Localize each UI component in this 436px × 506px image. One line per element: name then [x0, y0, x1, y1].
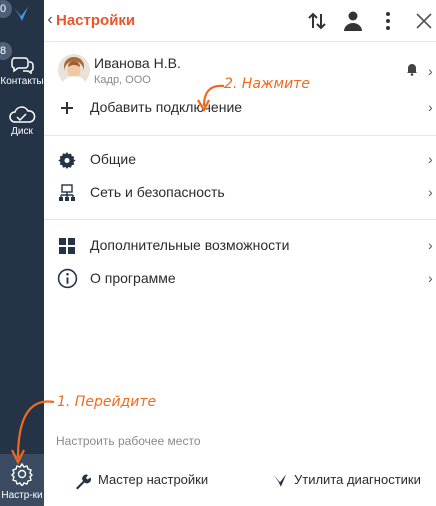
divider: [44, 135, 436, 136]
chat-icon: [11, 57, 34, 74]
rail-home[interactable]: 0: [0, 0, 44, 24]
divider: [44, 219, 436, 220]
general-row[interactable]: Общие ›: [44, 143, 436, 177]
cloud-icon: [9, 106, 36, 123]
sort-arrows-icon[interactable]: [305, 9, 329, 33]
network-security-row[interactable]: Сеть и безопасность ›: [44, 176, 436, 210]
rail-contacts-label: Контакты: [0, 76, 44, 87]
annotation-step-1: 1. Перейдите: [57, 394, 157, 410]
chevron-right-icon: ›: [428, 151, 433, 167]
about-row[interactable]: О программе ›: [44, 262, 436, 296]
setup-wizard-button[interactable]: Мастер настройки: [74, 470, 224, 492]
saby-logo-icon: [273, 474, 287, 487]
user-icon[interactable]: [341, 9, 365, 33]
back-chevron-icon[interactable]: ‹: [44, 11, 56, 29]
saby-logo-icon: [14, 7, 28, 21]
general-label: Общие: [90, 151, 137, 167]
about-label: О программе: [90, 270, 176, 286]
rail-disk[interactable]: Диск: [0, 100, 44, 140]
panel-header: ‹ Настройки: [44, 0, 436, 42]
network-icon: [59, 184, 75, 201]
chevron-right-icon: ›: [428, 237, 433, 253]
chevron-right-icon: ›: [428, 270, 433, 286]
close-icon[interactable]: [412, 9, 436, 33]
extra-features-label: Дополнительные возможности: [90, 237, 290, 253]
rail-settings-label: Настр-ки: [1, 490, 43, 501]
rail-contacts[interactable]: 8 Контакты: [0, 42, 44, 90]
bell-off-icon[interactable]: [405, 62, 419, 76]
plus-icon: [61, 102, 73, 114]
extra-features-row[interactable]: Дополнительные возможности ›: [44, 229, 436, 263]
info-icon: [57, 268, 78, 289]
chevron-right-icon: ›: [428, 184, 433, 200]
annotation-step-2: 2. Нажмите: [224, 76, 310, 92]
network-security-label: Сеть и безопасность: [90, 184, 225, 200]
grid-icon: [59, 238, 75, 254]
gear-icon: [58, 152, 76, 169]
workspace-section-title: Настроить рабочее место: [56, 434, 201, 448]
wrench-icon: [76, 474, 91, 490]
chevron-right-icon: ›: [428, 99, 433, 115]
notification-badge: 0: [0, 0, 12, 18]
diagnostics-utility-button[interactable]: Утилита диагностики: [270, 470, 430, 492]
avatar: [58, 54, 90, 86]
annotation-arrow-1: [11, 400, 55, 465]
setup-wizard-label: Мастер настройки: [98, 472, 209, 487]
diagnostics-utility-label: Утилита диагностики: [294, 472, 421, 487]
account-name: Иванова Н.В.: [94, 55, 181, 71]
more-vertical-icon[interactable]: [376, 9, 400, 33]
add-connection-row[interactable]: Добавить подключение ›: [44, 91, 436, 125]
account-subtitle: Кадр, ООО: [94, 74, 151, 86]
page-title: Настройки: [56, 12, 136, 29]
chevron-right-icon: ›: [428, 63, 433, 79]
rail-disk-label: Диск: [11, 126, 33, 137]
